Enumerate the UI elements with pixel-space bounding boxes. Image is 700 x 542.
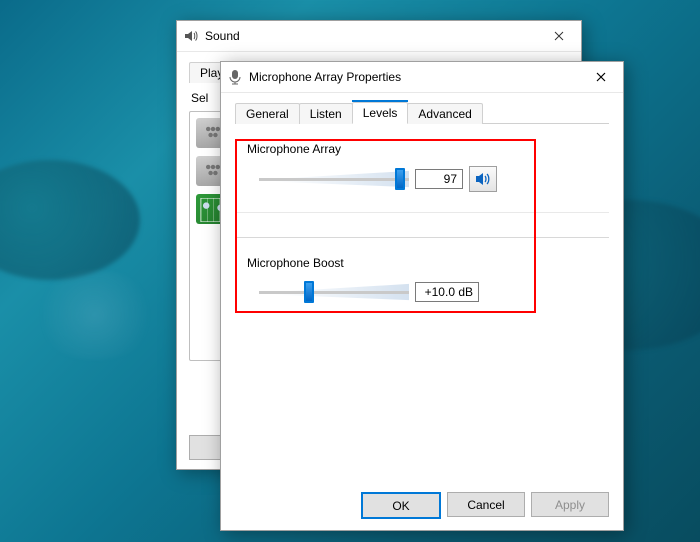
mic-array-group: Microphone Array — [235, 134, 609, 213]
ok-button[interactable]: OK — [361, 492, 441, 519]
mic-properties-window: Microphone Array Properties General List… — [220, 61, 624, 531]
properties-titlebar[interactable]: Microphone Array Properties — [221, 62, 623, 93]
mic-boost-label: Microphone Boost — [235, 248, 609, 280]
dialog-button-row: OK Cancel Apply — [361, 492, 609, 519]
close-icon[interactable] — [579, 62, 623, 92]
sound-title: Sound — [205, 29, 537, 43]
properties-title: Microphone Array Properties — [249, 70, 579, 84]
mic-boost-group: Microphone Boost — [235, 248, 609, 304]
mic-array-slider[interactable] — [259, 167, 409, 191]
mic-boost-value[interactable] — [415, 282, 479, 302]
tab-listen[interactable]: Listen — [299, 103, 353, 124]
close-icon[interactable] — [537, 21, 581, 51]
mic-array-label: Microphone Array — [235, 134, 609, 166]
tab-advanced[interactable]: Advanced — [407, 103, 482, 124]
properties-tabs: General Listen Levels Advanced — [235, 101, 609, 124]
apply-button: Apply — [531, 492, 609, 517]
speaker-icon — [183, 28, 199, 44]
microphone-icon — [227, 69, 243, 85]
sound-titlebar[interactable]: Sound — [177, 21, 581, 52]
cancel-button[interactable]: Cancel — [447, 492, 525, 517]
tab-levels[interactable]: Levels — [352, 102, 409, 124]
mic-boost-slider[interactable] — [259, 280, 409, 304]
mute-button[interactable] — [469, 166, 497, 192]
tab-general[interactable]: General — [235, 103, 300, 124]
speaker-icon — [475, 172, 491, 186]
mic-array-value[interactable] — [415, 169, 463, 189]
